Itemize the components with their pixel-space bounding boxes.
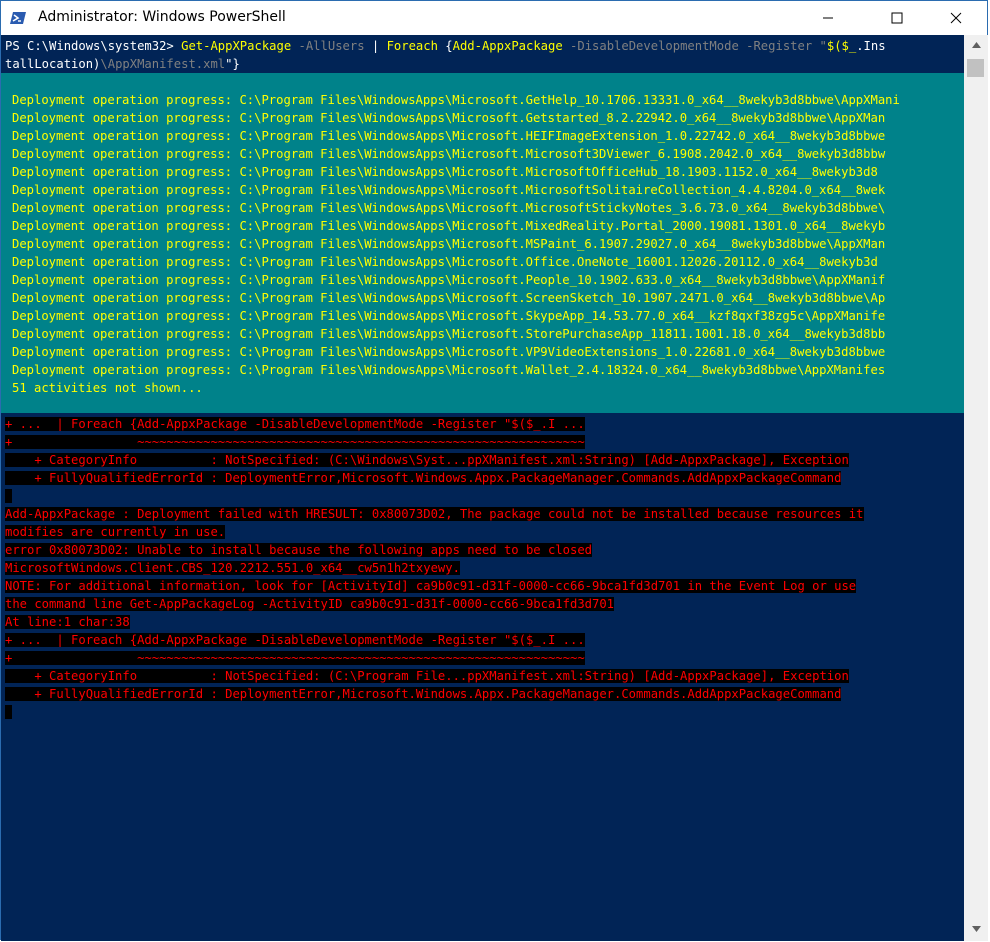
powershell-window: Administrator: Windows PowerShell PS C:\… (0, 0, 988, 941)
scroll-up-button[interactable] (964, 35, 988, 55)
error-text: + CategoryInfo : NotSpecified: (C:\Windo… (5, 453, 849, 467)
progress-line: Deployment operation progress: C:\Progra… (12, 201, 886, 215)
console-output[interactable]: PS C:\Windows\system32> Get-AppXPackage … (1, 35, 964, 941)
command-line-2: tallLocation)\AppXManifest.xml"} (5, 55, 240, 73)
maximize-button[interactable] (874, 1, 920, 34)
cmdlet-get-appxpackage: Get-AppXPackage (181, 39, 292, 53)
error-line: + FullyQualifiedErrorId : DeploymentErro… (5, 469, 842, 487)
powershell-icon[interactable] (10, 10, 26, 26)
progress-line: Deployment operation progress: C:\Progra… (12, 291, 886, 305)
progress-line: Deployment operation progress: C:\Progra… (12, 219, 886, 233)
string-quote: " (812, 39, 827, 53)
title-bar[interactable]: Administrator: Windows PowerShell (1, 1, 987, 35)
maximize-icon (891, 12, 903, 23)
error-text: + FullyQualifiedErrorId : DeploymentErro… (5, 687, 842, 701)
scroll-down-button[interactable] (964, 919, 988, 939)
error-text: NOTE: For additional information, look f… (5, 579, 857, 593)
scroll-down-icon (971, 926, 981, 932)
manifest-path: \AppXManifest.xml (100, 57, 226, 71)
error-text: + ~~~~~~~~~~~~~~~~~~~~~~~~~~~~~~~~~~~~~~… (5, 435, 585, 449)
error-line: modifies are currently in use. (5, 523, 226, 541)
error-line: Add-AppxPackage : Deployment failed with… (5, 505, 864, 523)
command-close: "} (225, 57, 240, 71)
foreach-keyword: Foreach (386, 39, 438, 53)
progress-line: Deployment operation progress: C:\Progra… (12, 273, 886, 287)
progress-line: Deployment operation progress: C:\Progra… (12, 93, 900, 107)
error-text: Add-AppxPackage : Deployment failed with… (5, 507, 864, 521)
error-line: MicrosoftWindows.Client.CBS_120.2212.551… (5, 559, 460, 577)
param-allusers: -AllUsers (291, 39, 365, 53)
command-line-1: PS C:\Windows\system32> Get-AppXPackage … (5, 37, 886, 55)
property-end: tallLocation) (5, 57, 101, 71)
error-line: + ... | Foreach {Add-AppxPackage -Disabl… (5, 631, 585, 649)
progress-line: Deployment operation progress: C:\Progra… (12, 111, 886, 125)
progress-footer: 51 activities not shown... (12, 381, 203, 395)
window-title: Administrator: Windows PowerShell (38, 9, 286, 25)
progress-line: Deployment operation progress: C:\Progra… (12, 327, 886, 341)
error-line: + CategoryInfo : NotSpecified: (C:\Progr… (5, 667, 849, 685)
error-line: + ... | Foreach {Add-AppxPackage -Disabl… (5, 415, 585, 433)
error-text: MicrosoftWindows.Client.CBS_120.2212.551… (5, 561, 460, 575)
error-line: At line:1 char:38 (5, 613, 130, 631)
error-text: At line:1 char:38 (5, 615, 130, 629)
brace-open: { (437, 39, 453, 53)
error-line: the command line Get-AppPackageLog -Acti… (5, 595, 615, 613)
close-icon (950, 12, 962, 23)
error-text: + ~~~~~~~~~~~~~~~~~~~~~~~~~~~~~~~~~~~~~~… (5, 651, 585, 665)
error-text (5, 489, 13, 503)
error-text: + ... | Foreach {Add-AppxPackage -Disabl… (5, 633, 585, 647)
progress-line: Deployment operation progress: C:\Progra… (12, 363, 886, 377)
error-line (5, 703, 13, 721)
error-line: error 0x80073D02: Unable to install beca… (5, 541, 592, 559)
error-text (5, 705, 13, 719)
progress-line: Deployment operation progress: C:\Progra… (12, 183, 886, 197)
error-line (5, 487, 13, 505)
close-button[interactable] (933, 1, 979, 34)
variable-expression: $($_ (826, 39, 857, 53)
error-line: + ~~~~~~~~~~~~~~~~~~~~~~~~~~~~~~~~~~~~~~… (5, 649, 585, 667)
error-text: error 0x80073D02: Unable to install beca… (5, 543, 592, 557)
error-text: the command line Get-AppPackageLog -Acti… (5, 597, 615, 611)
scroll-up-icon (971, 42, 981, 48)
minimize-icon (823, 17, 833, 18)
progress-line: Deployment operation progress: C:\Progra… (12, 237, 886, 251)
progress-line: Deployment operation progress: C:\Progra… (12, 345, 886, 359)
param-register: -Register (738, 39, 813, 53)
param-disabledevelopmentmode: -DisableDevelopmentMode (562, 39, 739, 53)
minimize-button[interactable] (805, 1, 851, 34)
progress-line: Deployment operation progress: C:\Progra… (12, 129, 886, 143)
progress-line: Deployment operation progress: C:\Progra… (12, 165, 878, 179)
error-text: + CategoryInfo : NotSpecified: (C:\Progr… (5, 669, 849, 683)
prompt-text: PS C:\Windows\system32> (5, 39, 182, 53)
error-line: NOTE: For additional information, look f… (5, 577, 857, 595)
progress-panel: Deployment operation progress: C:\Progra… (1, 73, 964, 413)
error-line: + ~~~~~~~~~~~~~~~~~~~~~~~~~~~~~~~~~~~~~~… (5, 433, 585, 451)
progress-line: Deployment operation progress: C:\Progra… (12, 309, 886, 323)
error-line: + FullyQualifiedErrorId : DeploymentErro… (5, 685, 842, 703)
error-text: modifies are currently in use. (5, 525, 226, 539)
progress-line: Deployment operation progress: C:\Progra… (12, 147, 886, 161)
error-text: + ... | Foreach {Add-AppxPackage -Disabl… (5, 417, 585, 431)
cmdlet-add-appxpackage: Add-AppxPackage (452, 39, 563, 53)
property-start: .Ins (856, 39, 886, 53)
scroll-thumb[interactable] (967, 59, 984, 77)
error-text: + FullyQualifiedErrorId : DeploymentErro… (5, 471, 842, 485)
pipe-symbol: | (364, 39, 387, 53)
error-line: + CategoryInfo : NotSpecified: (C:\Windo… (5, 451, 849, 469)
vertical-scrollbar[interactable] (964, 35, 988, 941)
progress-line: Deployment operation progress: C:\Progra… (12, 255, 878, 269)
